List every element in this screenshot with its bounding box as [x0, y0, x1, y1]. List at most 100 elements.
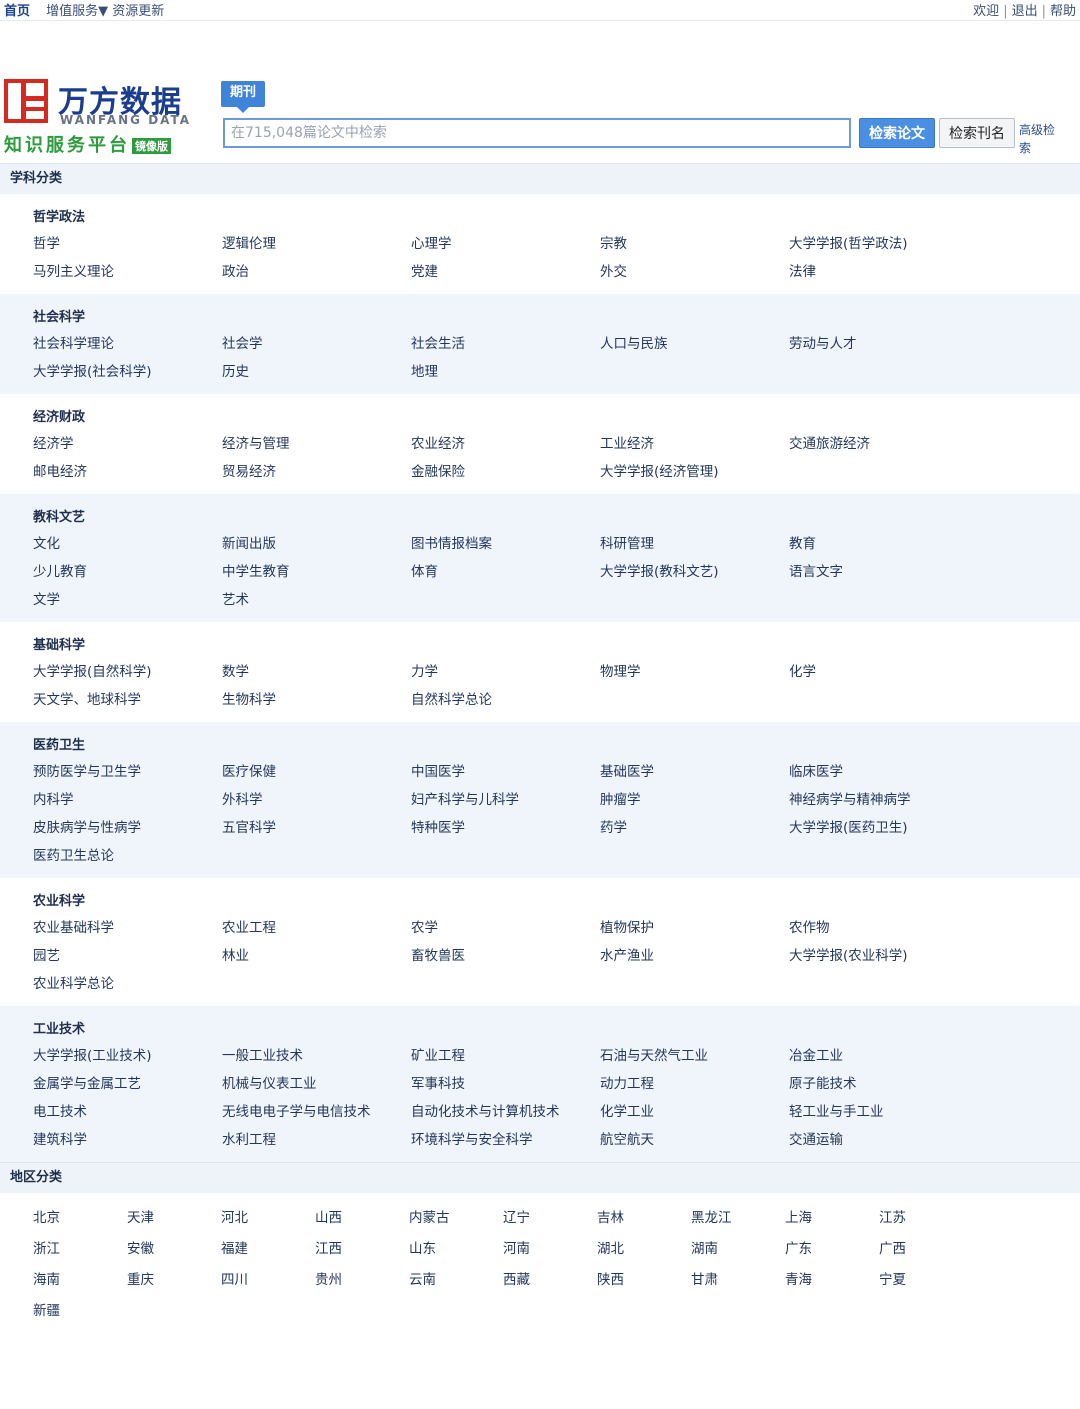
subject-link[interactable]: 无线电电子学与电信技术 [222, 1098, 411, 1126]
subject-link[interactable]: 外科学 [222, 786, 411, 814]
subject-link[interactable]: 中学生教育 [222, 558, 411, 586]
subject-link[interactable]: 皮肤病学与性病学 [33, 814, 222, 842]
subject-link[interactable]: 工业经济 [600, 430, 789, 458]
subject-link[interactable]: 大学学报(经济管理) [600, 458, 789, 486]
subject-link[interactable]: 外交 [600, 258, 789, 286]
subject-link[interactable]: 内科学 [33, 786, 222, 814]
region-link[interactable]: 河南 [503, 1234, 597, 1265]
subject-link[interactable]: 大学学报(哲学政法) [789, 230, 978, 258]
subject-link[interactable]: 金属学与金属工艺 [33, 1070, 222, 1098]
subject-link[interactable]: 哲学 [33, 230, 222, 258]
subject-link[interactable]: 特种医学 [411, 814, 600, 842]
subject-link[interactable]: 轻工业与手工业 [789, 1098, 978, 1126]
region-link[interactable]: 宁夏 [879, 1265, 973, 1296]
subject-link[interactable]: 环境科学与安全科学 [411, 1126, 600, 1154]
subject-link[interactable]: 中国医学 [411, 758, 600, 786]
subject-link[interactable]: 军事科技 [411, 1070, 600, 1098]
subject-link[interactable]: 农业科学总论 [33, 970, 222, 998]
subject-group-title[interactable]: 基础科学 [33, 634, 1080, 658]
subject-link[interactable]: 教育 [789, 530, 978, 558]
subject-link[interactable]: 园艺 [33, 942, 222, 970]
subject-link[interactable]: 肿瘤学 [600, 786, 789, 814]
subject-link[interactable]: 科研管理 [600, 530, 789, 558]
subject-link[interactable]: 交通运输 [789, 1126, 978, 1154]
subject-link[interactable]: 心理学 [411, 230, 600, 258]
subject-link[interactable]: 社会学 [222, 330, 411, 358]
subject-link[interactable]: 妇产科学与儿科学 [411, 786, 600, 814]
subject-link[interactable]: 数学 [222, 658, 411, 686]
subject-link[interactable]: 水利工程 [222, 1126, 411, 1154]
subject-link[interactable]: 化学 [789, 658, 978, 686]
subject-link[interactable]: 体育 [411, 558, 600, 586]
subject-group-title[interactable]: 哲学政法 [33, 206, 1080, 230]
subject-link[interactable]: 自然科学总论 [411, 686, 600, 714]
subject-link[interactable]: 社会科学理论 [33, 330, 222, 358]
subject-link[interactable]: 邮电经济 [33, 458, 222, 486]
region-link[interactable]: 天津 [127, 1203, 221, 1234]
search-input[interactable] [223, 118, 851, 148]
region-link[interactable]: 湖北 [597, 1234, 691, 1265]
region-link[interactable]: 重庆 [127, 1265, 221, 1296]
subject-link[interactable]: 自动化技术与计算机技术 [411, 1098, 600, 1126]
subject-link[interactable]: 劳动与人才 [789, 330, 978, 358]
subject-group-title[interactable]: 工业技术 [33, 1018, 1080, 1042]
search-journal-name-button[interactable]: 检索刊名 [939, 118, 1015, 148]
subject-link[interactable]: 农作物 [789, 914, 978, 942]
logout-link[interactable]: 退出 [1012, 4, 1038, 19]
subject-link[interactable]: 人口与民族 [600, 330, 789, 358]
subject-link[interactable]: 农业工程 [222, 914, 411, 942]
subject-link[interactable]: 原子能技术 [789, 1070, 978, 1098]
subject-link[interactable]: 天文学、地球科学 [33, 686, 222, 714]
region-link[interactable]: 浙江 [33, 1234, 127, 1265]
subject-group-title[interactable]: 农业科学 [33, 890, 1080, 914]
search-papers-button[interactable]: 检索论文 [859, 118, 935, 148]
subject-link[interactable]: 逻辑伦理 [222, 230, 411, 258]
subject-link[interactable]: 交通旅游经济 [789, 430, 978, 458]
subject-link[interactable]: 法律 [789, 258, 978, 286]
subject-group-title[interactable]: 经济财政 [33, 406, 1080, 430]
region-link[interactable]: 江苏 [879, 1203, 973, 1234]
region-link[interactable]: 内蒙古 [409, 1203, 503, 1234]
subject-link[interactable]: 农学 [411, 914, 600, 942]
subject-link[interactable]: 贸易经济 [222, 458, 411, 486]
subject-link[interactable]: 新闻出版 [222, 530, 411, 558]
subject-link[interactable]: 航空航天 [600, 1126, 789, 1154]
subject-link[interactable]: 机械与仪表工业 [222, 1070, 411, 1098]
subject-link[interactable]: 神经病学与精神病学 [789, 786, 978, 814]
subject-link[interactable]: 农业经济 [411, 430, 600, 458]
subject-link[interactable]: 水产渔业 [600, 942, 789, 970]
region-link[interactable]: 广西 [879, 1234, 973, 1265]
subject-link[interactable]: 宗教 [600, 230, 789, 258]
subject-link[interactable]: 文学 [33, 586, 222, 614]
subject-link[interactable]: 大学学报(自然科学) [33, 658, 222, 686]
region-link[interactable]: 江西 [315, 1234, 409, 1265]
subject-link[interactable]: 政治 [222, 258, 411, 286]
region-link[interactable]: 吉林 [597, 1203, 691, 1234]
subject-link[interactable]: 一般工业技术 [222, 1042, 411, 1070]
subject-link[interactable]: 社会生活 [411, 330, 600, 358]
region-link[interactable]: 山东 [409, 1234, 503, 1265]
subject-link[interactable]: 林业 [222, 942, 411, 970]
region-link[interactable]: 西藏 [503, 1265, 597, 1296]
subject-group-title[interactable]: 教科文艺 [33, 506, 1080, 530]
value-added-services-menu[interactable]: 增值服务▼ [46, 4, 108, 19]
subject-link[interactable]: 力学 [411, 658, 600, 686]
subject-link[interactable]: 医药卫生总论 [33, 842, 222, 870]
subject-link[interactable]: 物理学 [600, 658, 789, 686]
subject-link[interactable]: 冶金工业 [789, 1042, 978, 1070]
region-link[interactable]: 湖南 [691, 1234, 785, 1265]
subject-link[interactable]: 五官科学 [222, 814, 411, 842]
region-link[interactable]: 陕西 [597, 1265, 691, 1296]
wanfang-logo[interactable]: 万方数据 WANFANG DATA 知识服务平台 镜像版 [4, 79, 194, 159]
subject-link[interactable]: 金融保险 [411, 458, 600, 486]
region-link[interactable]: 广东 [785, 1234, 879, 1265]
region-link[interactable]: 黑龙江 [691, 1203, 785, 1234]
subject-link[interactable]: 大学学报(工业技术) [33, 1042, 222, 1070]
subject-link[interactable]: 化学工业 [600, 1098, 789, 1126]
region-link[interactable]: 甘肃 [691, 1265, 785, 1296]
subject-link[interactable]: 党建 [411, 258, 600, 286]
subject-link[interactable]: 动力工程 [600, 1070, 789, 1098]
subject-link[interactable]: 基础医学 [600, 758, 789, 786]
subject-link[interactable]: 药学 [600, 814, 789, 842]
home-link[interactable]: 首页 [4, 4, 30, 19]
